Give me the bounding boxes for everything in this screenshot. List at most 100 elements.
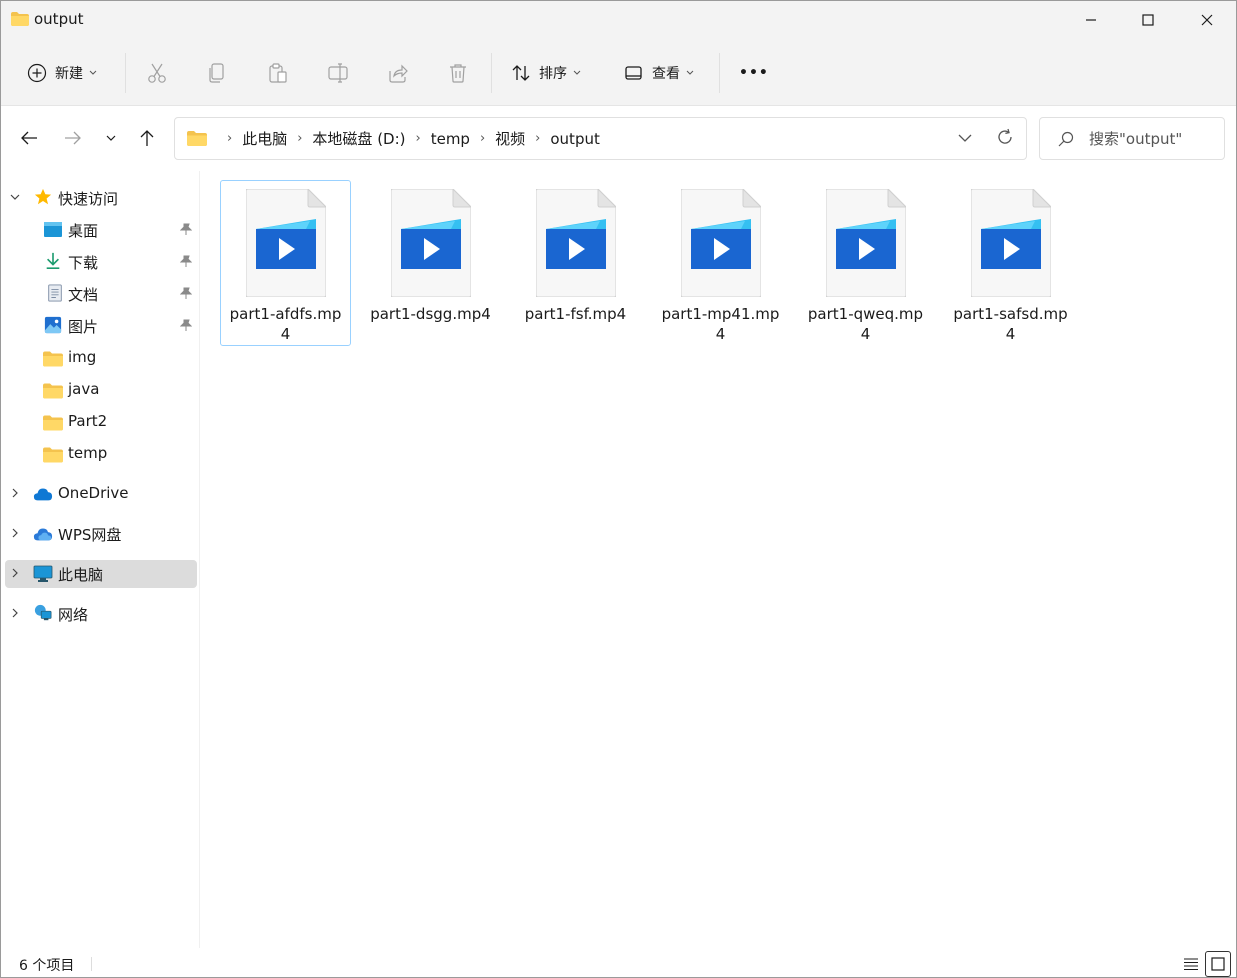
details-view-button[interactable]: [1178, 951, 1204, 977]
maximize-button[interactable]: [1119, 1, 1177, 39]
desktop-icon: [44, 222, 62, 237]
pin-icon[interactable]: [180, 255, 192, 268]
chevron-down-icon: [106, 135, 116, 141]
file-explorer-window: output 新建 排序 查看 ••• › 此电脑 › 本地磁盘 (D:) › …: [0, 0, 1237, 978]
close-button[interactable]: [1178, 1, 1236, 39]
sidebar-item-label: java: [68, 380, 100, 398]
sidebar-item-wps[interactable]: WPS网盘: [5, 520, 197, 548]
toolbar-divider: [719, 53, 720, 93]
sidebar-item-onedrive[interactable]: OneDrive: [5, 480, 197, 508]
view-label: 查看: [652, 66, 680, 82]
minimize-button[interactable]: [1062, 1, 1120, 39]
chevron-right-icon[interactable]: [9, 607, 21, 619]
folder-icon: [43, 447, 63, 463]
file-item[interactable]: part1-mp41.mp4: [655, 180, 786, 346]
refresh-icon[interactable]: [996, 128, 1014, 146]
chevron-right-icon[interactable]: [9, 567, 21, 579]
sidebar-item-documents[interactable]: 文档: [5, 280, 197, 308]
copy-button[interactable]: [207, 57, 227, 89]
delete-icon: [450, 64, 466, 83]
paste-icon: [269, 63, 287, 83]
search-input[interactable]: [1089, 128, 1219, 150]
file-name: part1-afdfs.mp4: [229, 305, 342, 343]
breadcrumb-item[interactable]: temp: [431, 130, 470, 148]
breadcrumb-item[interactable]: 视频: [495, 128, 525, 149]
download-icon: [46, 252, 60, 270]
sidebar-item-label: temp: [68, 444, 108, 462]
chevron-right-icon[interactable]: [9, 527, 21, 539]
chevron-right-icon[interactable]: [9, 487, 21, 499]
status-bar: 6 个项目: [1, 948, 1236, 977]
navigation-pane: 快速访问 桌面 下载 文档 图片 img java Part2 temp One…: [1, 171, 200, 948]
sort-icon: [512, 65, 530, 81]
document-icon: [48, 284, 62, 302]
status-divider: [91, 957, 92, 971]
add-circle-icon: [27, 63, 47, 83]
breadcrumb-item[interactable]: 本地磁盘 (D:): [312, 128, 405, 149]
item-count: 6 个项目: [19, 958, 75, 974]
pin-icon[interactable]: [180, 223, 192, 236]
file-item[interactable]: part1-qweq.mp4: [800, 180, 931, 346]
file-item[interactable]: part1-afdfs.mp4: [220, 180, 351, 346]
chevron-right-icon: ›: [415, 131, 421, 146]
sidebar-item-label: 快速访问: [58, 190, 119, 208]
sidebar-item-quick-access[interactable]: 快速访问: [5, 184, 197, 212]
address-bar[interactable]: › 此电脑 › 本地磁盘 (D:) › temp › 视频 › output: [174, 117, 1027, 160]
pin-icon[interactable]: [180, 319, 192, 332]
sidebar-item-label: 下载: [68, 254, 99, 272]
new-label: 新建: [55, 66, 83, 82]
file-item[interactable]: part1-fsf.mp4: [510, 180, 641, 346]
file-item[interactable]: part1-safsd.mp4: [945, 180, 1076, 346]
sort-button[interactable]: 排序: [511, 57, 581, 89]
chevron-down-icon[interactable]: [958, 130, 972, 146]
recent-locations-button[interactable]: [97, 124, 125, 152]
sidebar-item-label: 文档: [68, 286, 99, 304]
toolbar-divider: [491, 53, 492, 93]
more-options-button[interactable]: •••: [739, 57, 769, 89]
sidebar-item-part2[interactable]: Part2: [5, 408, 197, 436]
chevron-right-icon: ›: [479, 131, 486, 146]
file-view[interactable]: part1-afdfs.mp4 part1-dsgg.mp4 part1-fsf…: [201, 171, 1236, 948]
delete-button[interactable]: [447, 57, 469, 89]
file-name: part1-fsf.mp4: [524, 305, 627, 323]
sidebar-item-this-pc[interactable]: 此电脑: [5, 560, 197, 588]
window-title: output: [34, 10, 84, 28]
sidebar-item-desktop[interactable]: 桌面: [5, 216, 197, 244]
sidebar-item-network[interactable]: 网络: [5, 600, 197, 628]
breadcrumb-item[interactable]: 此电脑: [242, 128, 287, 149]
file-item[interactable]: part1-dsgg.mp4: [365, 180, 496, 346]
sidebar-item-java[interactable]: java: [5, 376, 197, 404]
forward-button[interactable]: [59, 124, 87, 152]
sidebar-item-temp[interactable]: temp: [5, 440, 197, 468]
search-box[interactable]: [1039, 117, 1225, 160]
sidebar-item-pictures[interactable]: 图片: [5, 312, 197, 340]
computer-icon: [33, 565, 53, 582]
back-button[interactable]: [15, 124, 43, 152]
breadcrumb-item[interactable]: output: [550, 130, 599, 148]
details-view-icon: [1184, 958, 1198, 971]
up-button[interactable]: [133, 124, 161, 152]
minimize-icon: [1086, 19, 1096, 21]
paste-button[interactable]: [267, 57, 289, 89]
star-icon: [34, 188, 52, 205]
pin-icon[interactable]: [180, 287, 192, 300]
file-name: part1-mp41.mp4: [661, 305, 780, 343]
cut-button[interactable]: [147, 57, 167, 89]
view-button[interactable]: 查看: [624, 57, 694, 89]
video-file-icon: [681, 189, 761, 297]
sidebar-item-downloads[interactable]: 下载: [5, 248, 197, 276]
share-button[interactable]: [387, 57, 409, 89]
copy-icon: [209, 63, 224, 83]
folder-icon: [11, 12, 29, 26]
folder-icon: [43, 351, 63, 367]
arrow-up-icon: [140, 130, 154, 146]
large-icons-view-button[interactable]: [1205, 951, 1231, 977]
sort-label: 排序: [539, 66, 567, 82]
file-name: part1-safsd.mp4: [953, 305, 1068, 343]
new-button[interactable]: 新建: [27, 57, 97, 89]
sidebar-item-label: img: [68, 348, 97, 366]
sidebar-item-img[interactable]: img: [5, 344, 197, 372]
more-icon: •••: [739, 65, 769, 81]
chevron-down-icon[interactable]: [9, 191, 21, 203]
rename-button[interactable]: [327, 57, 349, 89]
